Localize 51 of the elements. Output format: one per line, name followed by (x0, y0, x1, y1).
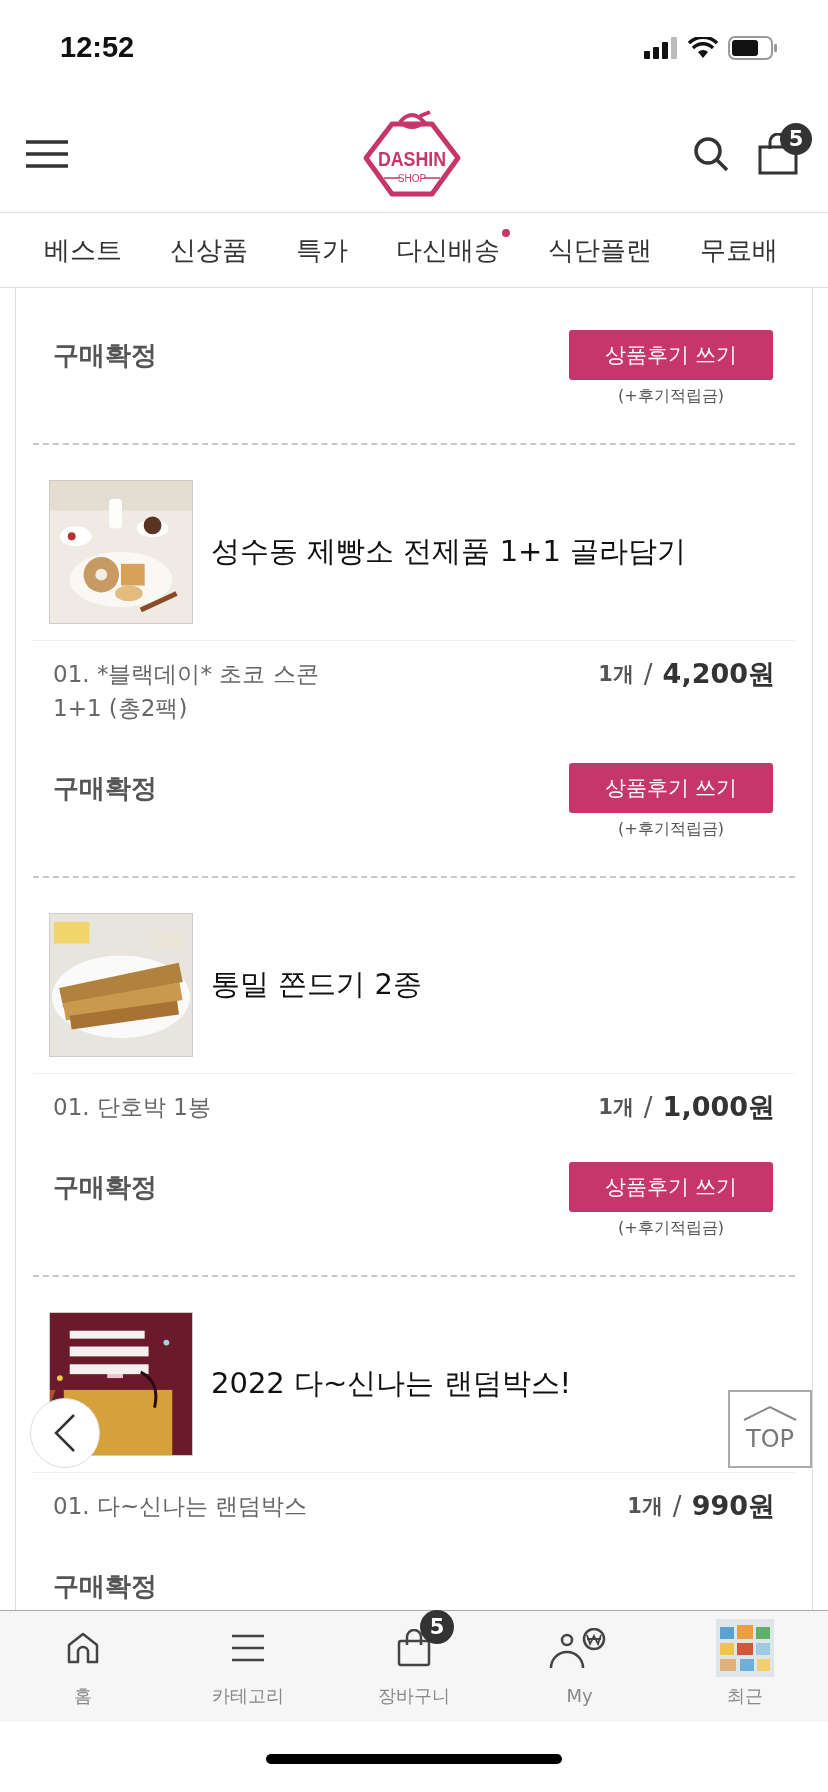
quantity: 1개 (598, 1094, 634, 1121)
wifi-icon (688, 36, 718, 59)
category-tab[interactable]: 식단플랜 (548, 228, 652, 272)
nav-label: 홈 (73, 1683, 92, 1708)
price: 1,000원 (662, 1090, 775, 1124)
write-review-button[interactable]: 상품후기 쓰기 (569, 330, 773, 380)
separator: / (643, 658, 653, 691)
order-status: 구매확정 (53, 772, 157, 805)
menu-icon (231, 1632, 266, 1663)
option-name: 01. *블랙데이* 초코 스콘 1+1 (총2팩) (53, 660, 319, 723)
nav-label: 카테고리 (212, 1683, 285, 1708)
write-review-button[interactable]: 상품후기 쓰기 (569, 1162, 773, 1212)
product-title[interactable]: 성수동 제빵소 전제품 1+1 골라담기 (211, 532, 687, 572)
scroll-top-button[interactable]: TOP (728, 1390, 812, 1468)
option-name: 01. 다~신나는 랜덤박스 (53, 1492, 308, 1521)
cart-count-badge: 5 (420, 1609, 454, 1644)
signal-icon (644, 36, 678, 59)
nav-label: My (566, 1685, 593, 1706)
quantity: 1개 (598, 661, 634, 688)
separator: / (643, 1091, 653, 1124)
status-time: 12:52 (60, 31, 135, 64)
shopping-bag-icon (396, 1628, 432, 1667)
category-tab[interactable]: 신상품 (170, 228, 248, 272)
menu-button[interactable] (25, 138, 69, 169)
order-status: 구매확정 (53, 339, 157, 372)
price: 4,200원 (662, 657, 775, 691)
category-tab[interactable]: 특가 (296, 228, 348, 272)
nav-label: 장바구니 (378, 1683, 450, 1708)
price: 990원 (691, 1489, 775, 1523)
option-name: 01. 단호박 1봉 (53, 1093, 211, 1122)
caret-up-icon (742, 1405, 798, 1421)
separator: / (672, 1490, 682, 1523)
review-points-note: (+후기적립금) (618, 819, 724, 840)
nav-label: 최근 (727, 1683, 764, 1708)
category-tab[interactable]: 베스트 (44, 228, 122, 272)
quantity: 1개 (627, 1493, 663, 1520)
nav-tab[interactable]: 5 장바구니 (331, 1611, 497, 1722)
search-button[interactable] (692, 134, 730, 173)
product-title[interactable]: 통밀 쫀드기 2종 (211, 965, 422, 1005)
top-label: TOP (746, 1425, 794, 1453)
cart-count-badge: 5 (780, 122, 812, 155)
order-status: 구매확정 (53, 1570, 157, 1603)
order-status: 구매확정 (53, 1171, 157, 1204)
write-review-button[interactable]: 상품후기 쓰기 (569, 763, 773, 813)
category-tab[interactable]: 다신배송 (396, 228, 500, 272)
battery-icon (728, 35, 778, 60)
chevron-left-icon (52, 1413, 78, 1453)
category-tab[interactable]: 무료배 (700, 228, 778, 272)
product-title[interactable]: 2022 다~신나는 랜덤박스! (211, 1364, 572, 1404)
review-points-note: (+후기적립금) (618, 386, 724, 407)
review-points-note: (+후기적립금) (618, 1218, 724, 1239)
